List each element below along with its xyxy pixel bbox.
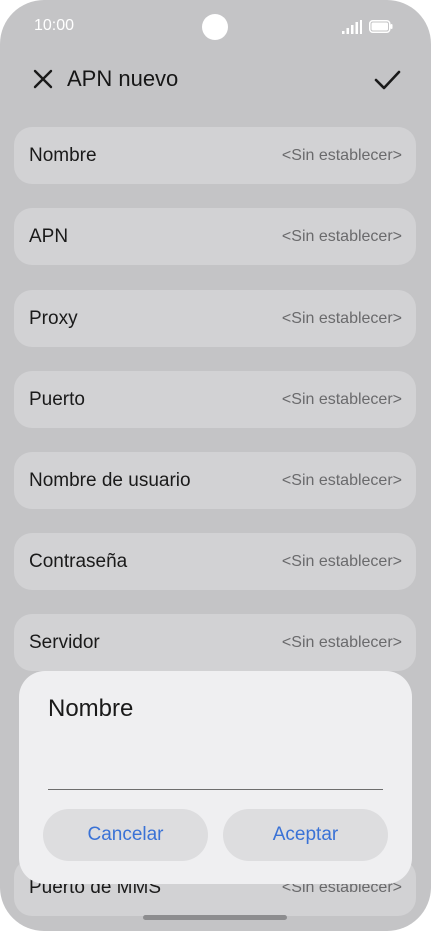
page-title: APN nuevo	[67, 66, 179, 91]
field-value: <Sin establecer>	[281, 472, 402, 489]
name-dialog: Nombre Cancelar Aceptar	[19, 671, 412, 884]
cancel-button[interactable]: Cancelar	[43, 809, 208, 861]
check-icon[interactable]	[372, 66, 402, 94]
signal-icon	[342, 20, 362, 34]
field-value: <Sin establecer>	[281, 634, 402, 651]
battery-icon	[369, 20, 393, 33]
field-row-apn[interactable]: APN <Sin establecer>	[14, 208, 416, 265]
field-label: Nombre	[29, 145, 97, 166]
field-label: Nombre de usuario	[29, 470, 191, 491]
field-label: Proxy	[29, 308, 78, 329]
field-row-nombre[interactable]: Nombre <Sin establecer>	[14, 127, 416, 184]
close-icon[interactable]	[30, 66, 56, 92]
field-value: <Sin establecer>	[281, 228, 402, 245]
field-label: Contraseña	[29, 551, 128, 572]
phone-screen: 10:00 APN nuevo Nombre <Sin establecer> …	[0, 0, 431, 931]
camera-cutout	[202, 14, 228, 40]
home-indicator[interactable]	[143, 915, 287, 920]
field-row-proxy[interactable]: Proxy <Sin establecer>	[14, 290, 416, 347]
accept-button[interactable]: Aceptar	[223, 809, 388, 861]
field-value: <Sin establecer>	[281, 553, 402, 570]
field-row-servidor[interactable]: Servidor <Sin establecer>	[14, 614, 416, 671]
field-row-puerto[interactable]: Puerto <Sin establecer>	[14, 371, 416, 428]
dialog-title: Nombre	[48, 695, 134, 722]
name-input[interactable]	[48, 761, 383, 790]
field-value: <Sin establecer>	[281, 391, 402, 408]
status-time: 10:00	[34, 17, 75, 34]
field-label: Servidor	[29, 632, 100, 653]
field-row-nombre-de-usuario[interactable]: Nombre de usuario <Sin establecer>	[14, 452, 416, 509]
field-row-contrasena[interactable]: Contraseña <Sin establecer>	[14, 533, 416, 590]
field-value: <Sin establecer>	[281, 147, 402, 164]
field-label: APN	[29, 226, 69, 247]
field-value: <Sin establecer>	[281, 310, 402, 327]
field-label: Puerto	[29, 389, 85, 410]
